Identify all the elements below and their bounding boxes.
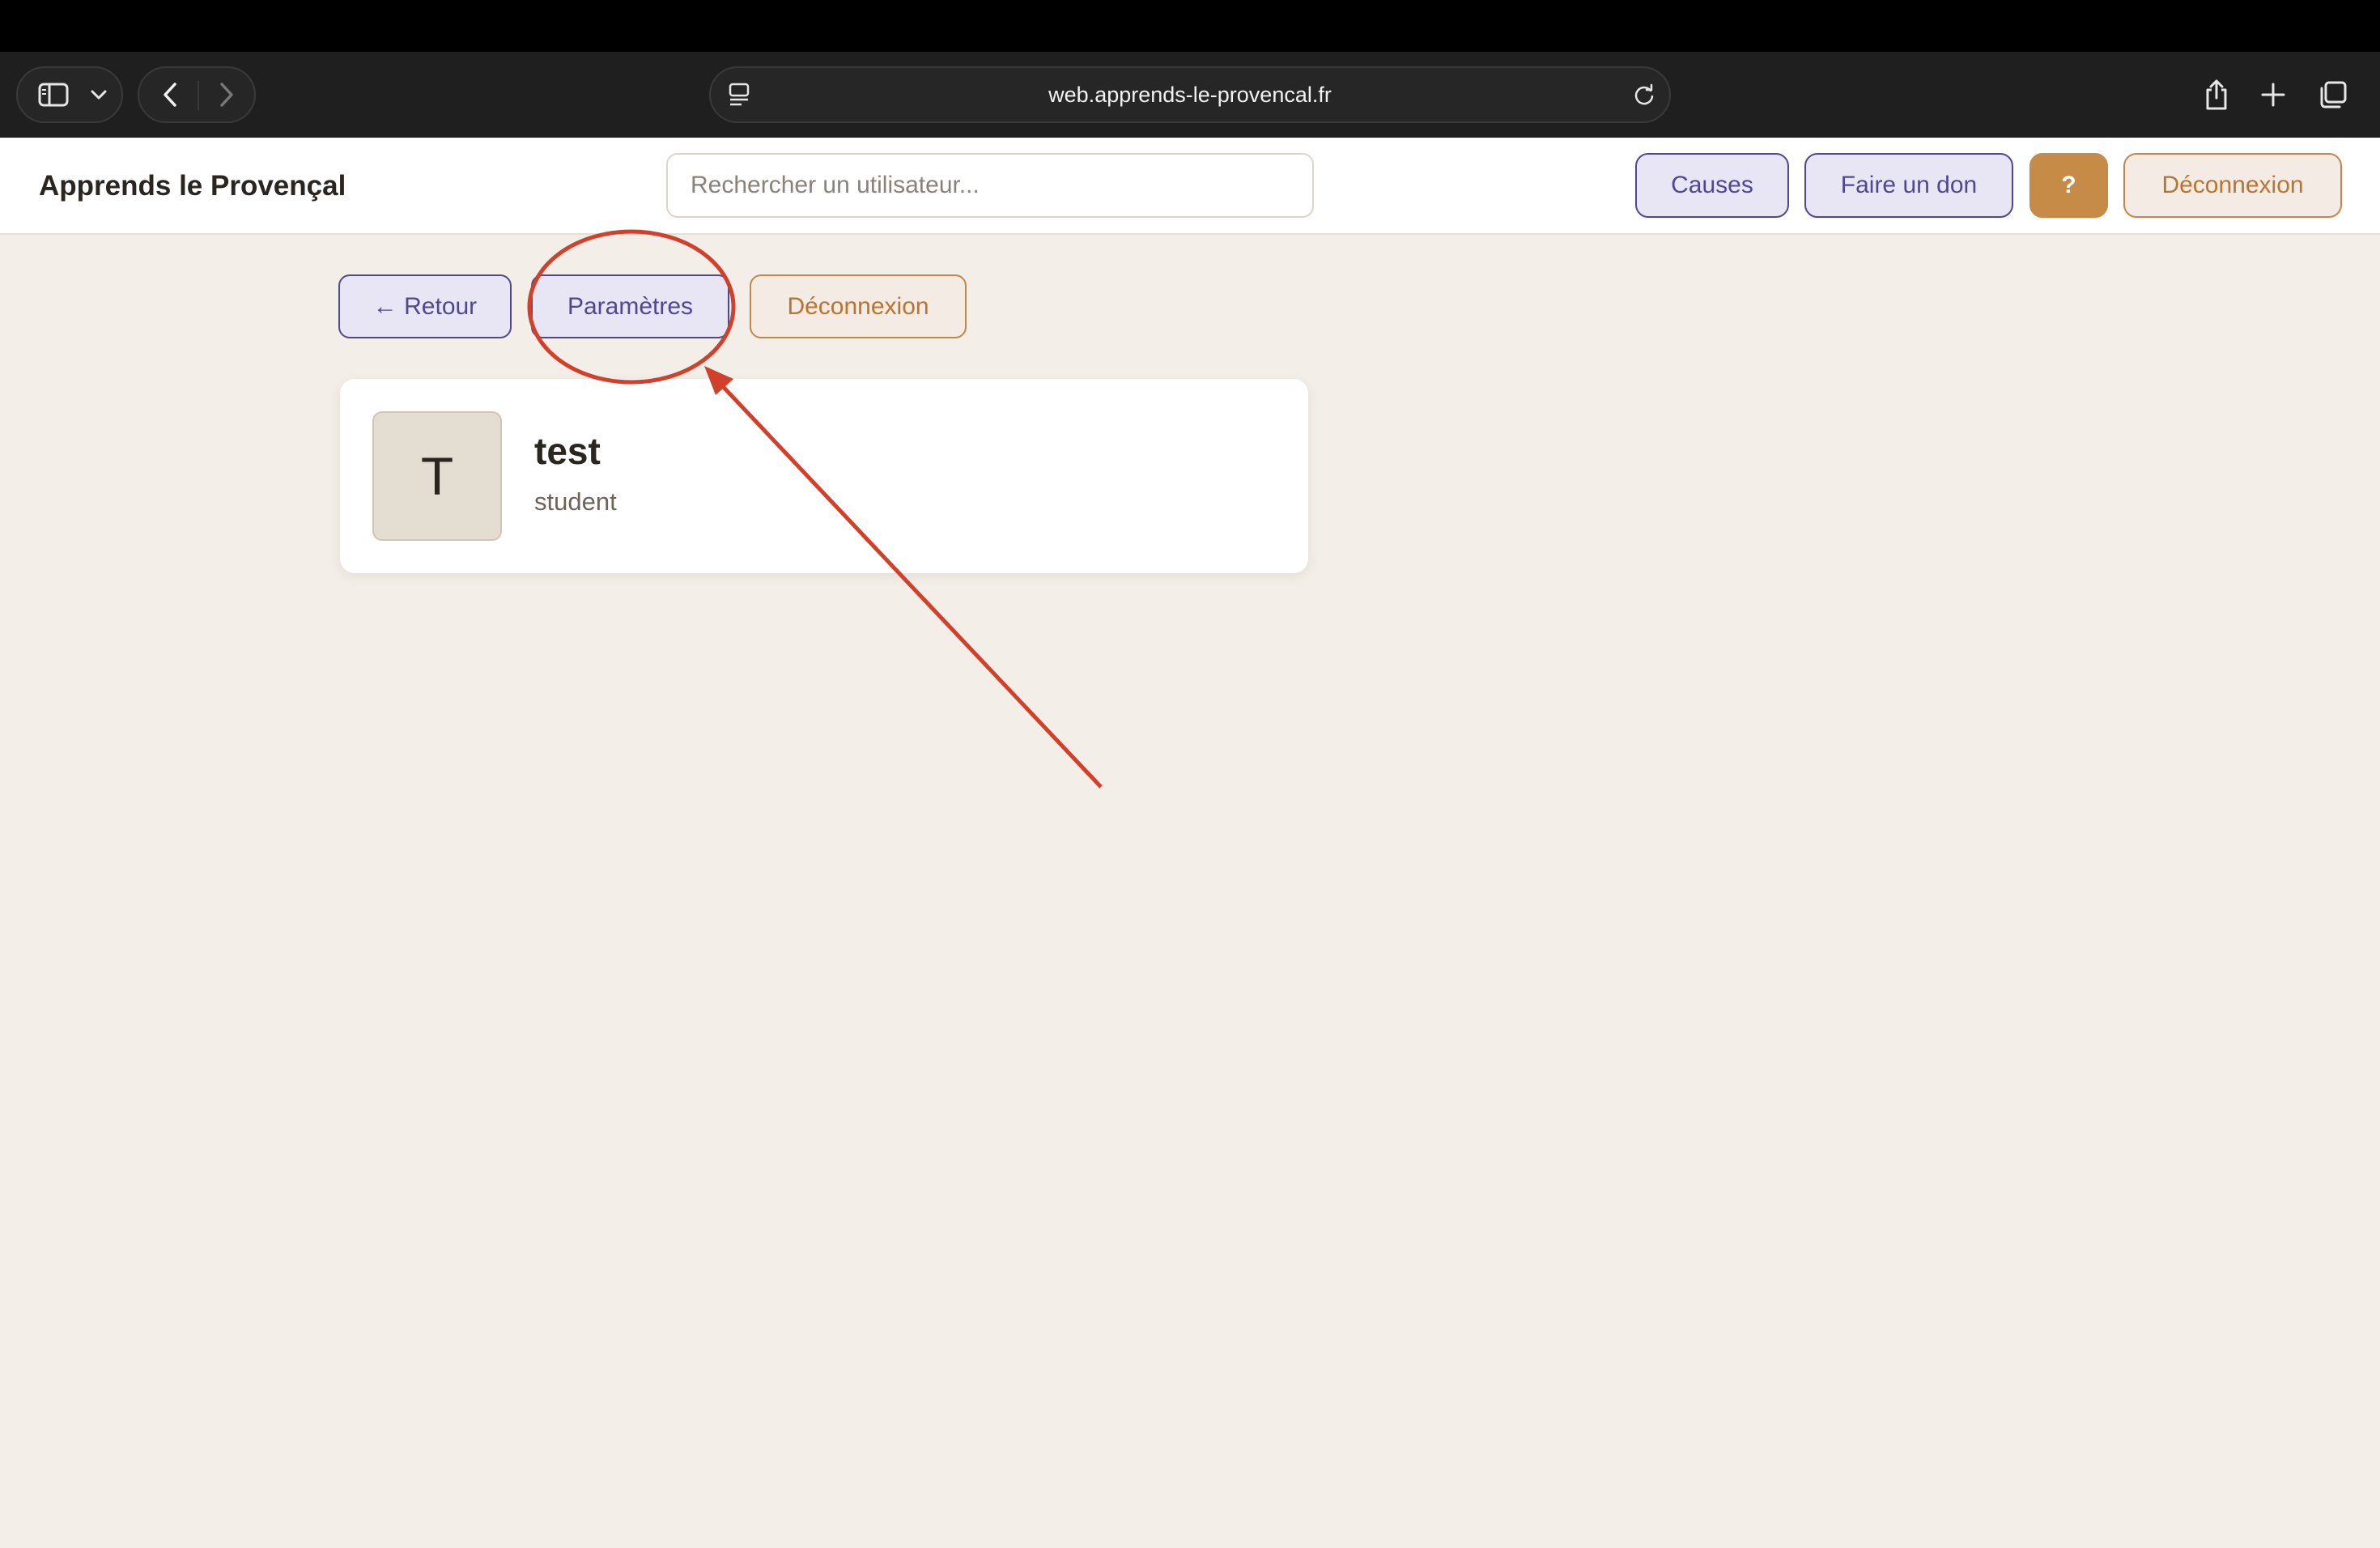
nav-separator — [198, 81, 199, 110]
donate-button[interactable]: Faire un don — [1804, 153, 2013, 218]
sidebar-icon[interactable] — [29, 68, 78, 121]
navigation-group — [138, 66, 256, 123]
causes-button[interactable]: Causes — [1635, 153, 1789, 218]
system-menubar — [0, 0, 2380, 52]
chevron-down-icon[interactable] — [83, 68, 115, 121]
sidebar-toggle-group — [16, 66, 123, 123]
browser-toolbar: web.apprends-le-provencal.fr — [0, 52, 2380, 138]
share-icon[interactable] — [2191, 66, 2242, 123]
app-header: Apprends le Provençal Causes Faire un do… — [0, 138, 2380, 235]
new-tab-icon[interactable] — [2247, 66, 2299, 123]
back-button[interactable]: ← Retour — [338, 274, 512, 338]
avatar: T — [372, 411, 502, 541]
brand-title[interactable]: Apprends le Provençal — [39, 138, 346, 235]
user-name: test — [534, 430, 601, 472]
user-search-input[interactable] — [666, 153, 1314, 218]
profile-card: T test student — [340, 379, 1308, 573]
help-button[interactable]: ? — [2029, 153, 2108, 218]
url-text[interactable]: web.apprends-le-provencal.fr — [711, 68, 1669, 121]
tabs-overview-icon[interactable] — [2307, 66, 2359, 123]
user-role: student — [534, 487, 617, 516]
reload-icon[interactable] — [1630, 81, 1658, 108]
forward-icon[interactable] — [202, 68, 251, 121]
back-icon[interactable] — [146, 68, 194, 121]
header-logout-button[interactable]: Déconnexion — [2123, 153, 2342, 218]
settings-button[interactable]: Paramètres — [531, 274, 729, 338]
logout-button[interactable]: Déconnexion — [750, 274, 967, 338]
address-bar[interactable]: web.apprends-le-provencal.fr — [709, 66, 1671, 123]
